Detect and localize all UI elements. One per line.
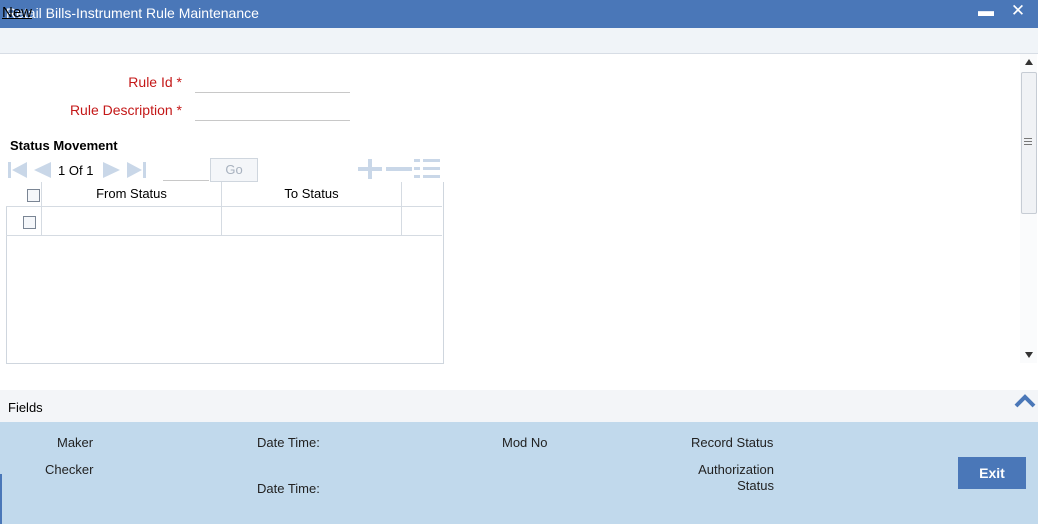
authorization-status-label: Status [737,478,774,493]
checker-date-time-label: Date Time: [257,481,320,496]
mod-no-label: Mod No [502,435,548,450]
status-movement-title: Status Movement [10,138,118,153]
select-all-checkbox[interactable] [27,189,40,202]
last-page-icon[interactable] [126,161,148,179]
rule-description-input[interactable] [195,100,350,121]
delete-row-icon[interactable] [386,159,412,179]
from-status-header[interactable]: From Status [42,186,221,201]
scroll-down-icon[interactable] [1024,351,1034,359]
row-divider [6,235,442,236]
row-checkbox[interactable] [23,216,36,229]
maker-label: Maker [57,435,94,450]
checker-label: Checker [45,462,94,477]
previous-page-icon[interactable] [32,161,52,179]
column-divider [401,182,402,235]
to-status-header[interactable]: To Status [222,186,401,201]
first-page-icon[interactable] [8,161,28,179]
fields-bar [0,390,1038,422]
add-row-icon[interactable] [358,159,382,179]
maker-date-time-label: Date Time: [257,435,320,450]
fields-label[interactable]: Fields [8,400,43,415]
minimize-button[interactable]: ▬ [978,2,994,22]
exit-button[interactable]: Exit [958,457,1026,489]
view-rows-icon[interactable] [414,158,440,180]
collapse-chevron-icon[interactable] [1014,393,1036,409]
go-button[interactable]: Go [210,158,258,182]
record-status-label: Record Status [691,435,774,450]
to-status-cell[interactable] [222,207,400,234]
close-button[interactable]: ✕ [1008,1,1028,21]
new-link[interactable]: New [2,4,32,21]
next-page-icon[interactable] [102,161,122,179]
window-title: Retail Bills-Instrument Rule Maintenance [6,5,259,21]
from-status-cell[interactable] [42,207,220,234]
rule-id-label: Rule Id * [128,74,182,90]
window-edge [0,474,2,524]
action-toolbar [0,28,1038,54]
page-indicator: 1 Of 1 [58,163,94,178]
rule-description-label: Rule Description * [69,102,182,118]
rule-id-input[interactable] [195,72,350,93]
page-number-input[interactable] [163,162,209,181]
scroll-up-icon[interactable] [1024,58,1034,66]
grip-icon [1024,138,1032,145]
authorization-label: Authorization [698,462,774,477]
